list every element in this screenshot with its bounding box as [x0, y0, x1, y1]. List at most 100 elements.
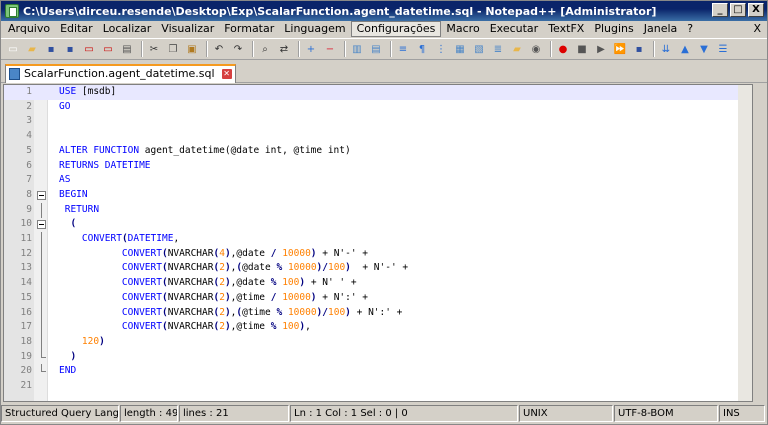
code-line[interactable]: 7 AS: [4, 173, 752, 188]
code-line[interactable]: 12 CONVERT(NVARCHAR(4),@date / 10000) + …: [4, 246, 752, 262]
play-icon[interactable]: ▶: [593, 41, 609, 57]
menu-11[interactable]: Janela: [639, 21, 683, 37]
open-icon[interactable]: ▰: [24, 41, 40, 57]
fold-line: [37, 305, 46, 321]
maximize-button[interactable]: □: [730, 3, 746, 17]
wrap-icon[interactable]: ≡: [395, 41, 411, 57]
menu-1[interactable]: Editar: [55, 21, 98, 37]
fold-toggle-icon[interactable]: [37, 217, 46, 231]
code-line[interactable]: 3: [4, 114, 752, 129]
code-text: USE [msdb]: [59, 86, 117, 97]
paste-icon[interactable]: ▣: [184, 41, 200, 57]
menu-9[interactable]: TextFX: [543, 21, 589, 37]
find-icon[interactable]: ⌕: [257, 41, 273, 57]
menu-3[interactable]: Visualizar: [156, 21, 219, 37]
status-position: Ln : 1 Col : 1 Sel : 0 | 0: [290, 405, 518, 422]
code-text: RETURN: [64, 203, 100, 215]
toolbar-separator: [550, 41, 552, 57]
up-icon[interactable]: ▲: [677, 41, 693, 57]
menu-10[interactable]: Plugins: [589, 21, 638, 37]
fold-line: [37, 364, 46, 378]
toolbar-separator: [344, 41, 346, 57]
menu-close-icon[interactable]: X: [753, 22, 761, 35]
zoom-in-icon[interactable]: +: [303, 41, 319, 57]
tab-sql-file[interactable]: ScalarFunction.agent_datetime.sql ✕: [5, 64, 236, 83]
sync-h-icon[interactable]: ▤: [368, 41, 384, 57]
code-line[interactable]: 16 CONVERT(NVARCHAR(2),(@time % 10000)/1…: [4, 305, 752, 321]
cut-icon[interactable]: ✂: [146, 41, 162, 57]
line-number: 17: [20, 321, 32, 333]
replace-icon[interactable]: ⇄: [276, 41, 292, 57]
line-number: 12: [20, 247, 32, 259]
menu-6[interactable]: Configurações: [350, 21, 442, 37]
fold-toggle-icon[interactable]: [37, 188, 46, 202]
close-icon[interactable]: ▭: [81, 41, 97, 57]
code-line[interactable]: 13 CONVERT(NVARCHAR(2),(@date % 10000)/1…: [4, 261, 752, 277]
code-line[interactable]: 19 ): [4, 349, 752, 365]
code-line[interactable]: 17 CONVERT(NVARCHAR(2),@time % 100),: [4, 320, 752, 336]
sync-v-icon[interactable]: ▥: [349, 41, 365, 57]
save-all-icon[interactable]: ▪: [62, 41, 78, 57]
all-chars-icon[interactable]: ¶: [414, 41, 430, 57]
zoom-out-icon[interactable]: −: [322, 41, 338, 57]
code-line[interactable]: 6 RETURNS DATETIME: [4, 159, 752, 174]
file-icon: [9, 68, 20, 80]
close-tab-icon[interactable]: ✕: [221, 69, 232, 79]
code-line[interactable]: 14 CONVERT(NVARCHAR(2),@date % 100) + N'…: [4, 276, 752, 292]
code-text: CONVERT(NVARCHAR(2),(@time % 10000)/100)…: [121, 306, 403, 318]
fold-line: [37, 320, 46, 336]
new-icon[interactable]: ▭: [5, 41, 21, 57]
function-list-icon[interactable]: ≣: [490, 41, 506, 57]
line-number: 16: [20, 306, 32, 318]
save-icon[interactable]: ▪: [43, 41, 59, 57]
menu-4[interactable]: Formatar: [219, 21, 279, 37]
save-macro-icon[interactable]: ▪: [631, 41, 647, 57]
vertical-scrollbar[interactable]: [738, 85, 752, 401]
print-icon[interactable]: ▤: [119, 41, 135, 57]
indent-guide-icon[interactable]: ⋮: [433, 41, 449, 57]
menu-0[interactable]: Arquivo: [3, 21, 55, 37]
code-line[interactable]: 20 END: [4, 364, 752, 379]
play-multi-icon[interactable]: ⏩: [612, 41, 628, 57]
menu-7[interactable]: Macro: [441, 21, 484, 37]
folder-icon[interactable]: ▰: [509, 41, 525, 57]
line-number: 18: [20, 335, 32, 347]
code-line[interactable]: 8 BEGIN: [4, 188, 752, 203]
udl-icon[interactable]: ▦: [452, 41, 468, 57]
code-line[interactable]: 5 ALTER FUNCTION agent_datetime(@date int…: [4, 144, 752, 159]
stop-icon[interactable]: ■: [574, 41, 590, 57]
code-line[interactable]: 10 (: [4, 217, 752, 232]
menu-2[interactable]: Localizar: [98, 21, 157, 37]
menu-5[interactable]: Linguagem: [279, 21, 350, 37]
undo-icon[interactable]: ↶: [211, 41, 227, 57]
run-icon[interactable]: ☰: [715, 41, 731, 57]
minimize-button[interactable]: _: [712, 3, 728, 17]
status-lines: lines : 21: [179, 405, 289, 422]
code-line[interactable]: 9 RETURN: [4, 202, 752, 218]
code-line[interactable]: 18 120): [4, 334, 752, 350]
code-line[interactable]: 11 CONVERT(DATETIME,: [4, 232, 752, 247]
status-eol: UNIX: [519, 405, 613, 422]
line-number: 3: [26, 115, 32, 127]
code-line[interactable]: 21: [4, 379, 752, 394]
sql-format-icon[interactable]: ⇊: [658, 41, 674, 57]
menu-12[interactable]: ?: [682, 21, 698, 37]
code-editor[interactable]: 1 USE [msdb] 2 GO 3 4 5 ALTER FUNCTION agent_da…: [3, 84, 753, 402]
close-button[interactable]: X: [748, 3, 764, 17]
line-number: 11: [20, 233, 32, 244]
record-icon[interactable]: ●: [555, 41, 571, 57]
code-line[interactable]: 2 GO: [4, 100, 752, 115]
down-icon[interactable]: ▼: [696, 41, 712, 57]
doc-map-icon[interactable]: ▧: [471, 41, 487, 57]
line-number: 8: [26, 188, 32, 200]
code-line[interactable]: 15 CONVERT(NVARCHAR(2),@time / 10000) + …: [4, 290, 752, 306]
code-text: RETURNS DATETIME: [59, 159, 151, 171]
code-line[interactable]: 1 USE [msdb]: [4, 85, 752, 100]
redo-icon[interactable]: ↷: [230, 41, 246, 57]
fold-line: [37, 232, 46, 247]
close-all-icon[interactable]: ▭: [100, 41, 116, 57]
monitor-icon[interactable]: ◉: [528, 41, 544, 57]
menu-8[interactable]: Executar: [485, 21, 544, 37]
copy-icon[interactable]: ❐: [165, 41, 181, 57]
code-line[interactable]: 4: [4, 129, 752, 144]
